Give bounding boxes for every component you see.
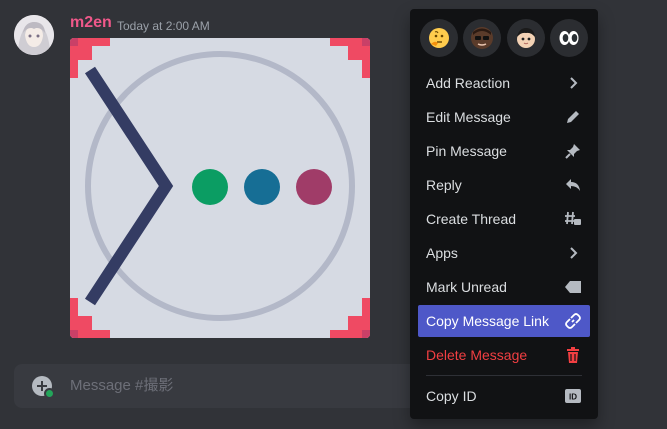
menu-item-label: Delete Message — [426, 347, 528, 363]
mark-unread-icon — [564, 278, 582, 296]
quick-reactions-row — [420, 19, 588, 59]
chevron-right-icon — [564, 74, 582, 92]
menu-item-copy-message-link[interactable]: Copy Message Link — [418, 305, 590, 337]
menu-item-delete-message[interactable]: Delete Message — [418, 339, 590, 371]
menu-item-label: Copy Message Link — [426, 313, 549, 329]
menu-separator — [426, 375, 582, 376]
svg-text:ID: ID — [569, 393, 577, 402]
menu-item-reply[interactable]: Reply — [418, 169, 590, 201]
menu-item-label: Apps — [426, 245, 458, 261]
id-icon: ID — [564, 387, 582, 405]
menu-item-label: Mark Unread — [426, 279, 507, 295]
message-timestamp: Today at 2:00 AM — [117, 19, 210, 33]
reply-icon — [564, 176, 582, 194]
pencil-icon — [564, 108, 582, 126]
menu-item-copy-id[interactable]: Copy ID ID — [418, 380, 590, 412]
eyes-emoji[interactable] — [549, 19, 588, 57]
menu-item-label: Reply — [426, 177, 462, 193]
menu-item-label: Edit Message — [426, 109, 511, 125]
menu-item-add-reaction[interactable]: Add Reaction — [418, 67, 590, 99]
menu-item-create-thread[interactable]: Create Thread — [418, 203, 590, 235]
discord-chat-window: m2en Today at 2:00 AM Message #撮影 Add Re… — [0, 0, 667, 429]
menu-item-label: Copy ID — [426, 388, 477, 404]
thread-icon — [564, 210, 582, 228]
custom-emoji-2[interactable] — [506, 19, 545, 57]
message-username[interactable]: m2en — [70, 14, 112, 32]
menu-item-apps[interactable]: Apps — [418, 237, 590, 269]
menu-item-label: Create Thread — [426, 211, 517, 227]
menu-item-pin-message[interactable]: Pin Message — [418, 135, 590, 167]
link-icon — [564, 312, 582, 330]
menu-item-edit-message[interactable]: Edit Message — [418, 101, 590, 133]
chevron-right-icon — [564, 244, 582, 262]
message-image-attachment[interactable] — [70, 38, 370, 338]
trash-icon — [564, 346, 582, 364]
custom-emoji-1[interactable] — [463, 19, 502, 57]
menu-item-label: Pin Message — [426, 143, 507, 159]
pin-icon — [564, 142, 582, 160]
menu-item-mark-unread[interactable]: Mark Unread — [418, 271, 590, 303]
avatar[interactable] — [14, 15, 54, 55]
message-context-menu: Add Reaction Edit Message Pin Message Re… — [410, 9, 598, 419]
menu-item-label: Add Reaction — [426, 75, 511, 91]
thinking-face-emoji[interactable] — [420, 19, 458, 57]
upload-badge-icon — [44, 388, 55, 399]
